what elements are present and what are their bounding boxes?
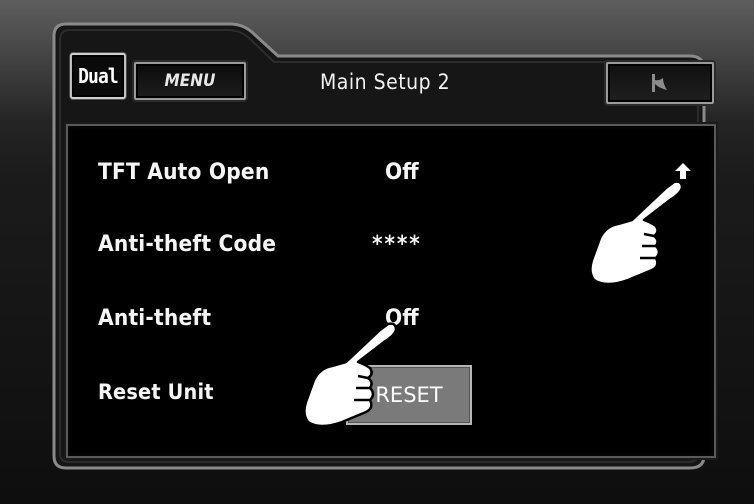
reset-unit-label: Reset Unit: [98, 380, 214, 404]
up-arrow-icon[interactable]: [674, 162, 692, 180]
anti-theft-label: Anti-theft: [98, 306, 212, 331]
back-button[interactable]: [606, 62, 714, 104]
anti-theft-code-value[interactable]: ****: [372, 232, 422, 257]
anti-theft-code-label: Anti-theft Code: [98, 232, 277, 257]
tft-auto-open-label: TFT Auto Open: [98, 160, 270, 185]
page-title: Main Setup 2: [320, 70, 451, 94]
reset-button[interactable]: RESET: [346, 365, 472, 425]
tft-auto-open-value[interactable]: Off: [385, 160, 419, 185]
back-arrow-icon: [652, 74, 667, 92]
menu-button[interactable]: MENU: [134, 62, 246, 100]
dual-logo: Dual: [70, 53, 126, 99]
anti-theft-value[interactable]: Off: [385, 306, 419, 331]
